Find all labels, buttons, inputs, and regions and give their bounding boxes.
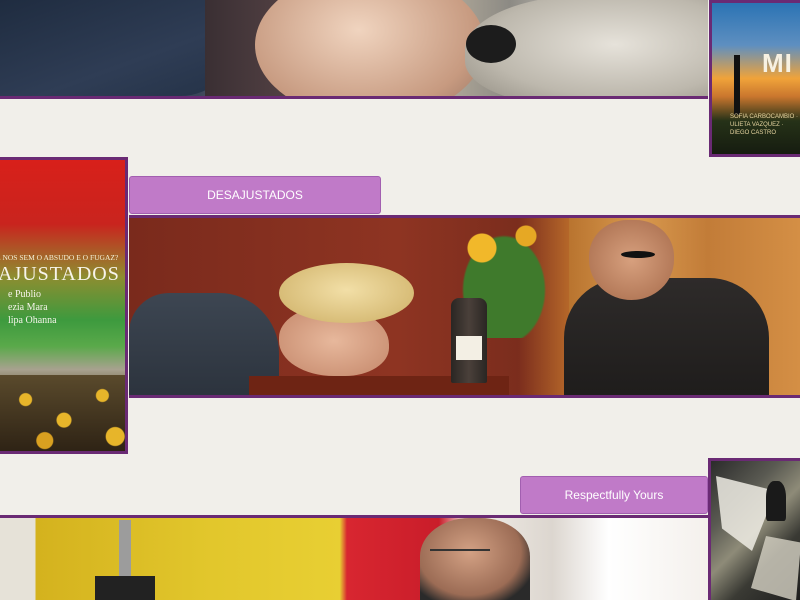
fake-mustache: [621, 251, 655, 258]
desajustados-button[interactable]: DESAJUSTADOS: [129, 176, 381, 214]
bottle-label: [456, 336, 482, 360]
glasses: [430, 543, 490, 551]
cast-name: ezia Mara: [8, 302, 48, 313]
sunflower-field: [0, 375, 125, 451]
person-face: [255, 0, 485, 96]
cast-name: e Publio: [8, 289, 42, 300]
poster-cast: e Publio ezia Mara lipa Ohanna: [8, 288, 118, 327]
cast-name: lipa Ohanna: [8, 315, 57, 326]
film-banner-top[interactable]: [0, 0, 708, 99]
poster-credits: SOFIA CARBOCAMBIO · ULIETA VAZQUEZ · DIE…: [730, 114, 799, 136]
man-with-glasses: [420, 518, 530, 600]
figure-silhouette: [766, 481, 786, 521]
dog-nose: [466, 25, 516, 63]
mustache-man-head: [589, 220, 674, 300]
trophy-statue: [95, 520, 155, 600]
tree-silhouette: [734, 55, 740, 115]
broken-frame-shard: [751, 536, 800, 600]
respectfully-yours-button[interactable]: Respectfully Yours: [520, 476, 708, 514]
poster-title: MI: [762, 48, 793, 78]
film-banner-respectfully-yours[interactable]: [0, 515, 708, 600]
mustache-man-body: [564, 278, 769, 395]
poster-title: AJUSTADOS: [0, 263, 120, 285]
film-poster-top-right[interactable]: MI SOFIA CARBOCAMBIO · ULIETA VAZQUEZ · …: [709, 0, 800, 157]
film-banner-desajustados[interactable]: [129, 215, 800, 398]
poster-tagline: E NOS SEM O ABSUDO E O FUGAZ?: [0, 253, 119, 262]
film-poster-desajustados[interactable]: E NOS SEM O ABSUDO E O FUGAZ? AJUSTADOS …: [0, 157, 128, 454]
straw-hat: [279, 263, 414, 323]
film-poster-bottom-right[interactable]: [708, 458, 800, 600]
jacket-shape: [0, 0, 240, 96]
